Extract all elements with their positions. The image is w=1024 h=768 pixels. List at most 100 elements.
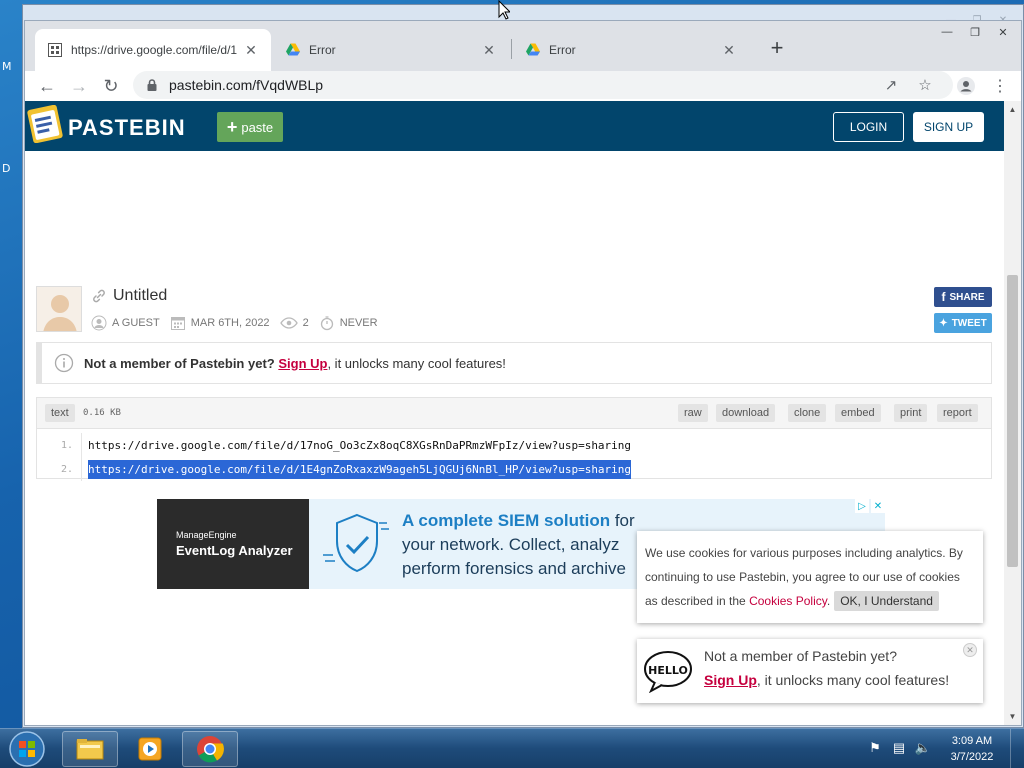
cookies-policy-link[interactable]: Cookies Policy xyxy=(749,594,827,608)
action-center-icon[interactable]: ⚑ xyxy=(866,739,884,757)
info-icon xyxy=(54,353,74,373)
ad-brand-small: ManageEngine xyxy=(176,530,237,540)
login-button[interactable]: LOGIN xyxy=(833,112,904,142)
show-desktop-button[interactable] xyxy=(1010,729,1024,768)
code-box: text 0.16 KB raw download clone embed pr… xyxy=(36,397,992,481)
code-text[interactable]: https://drive.google.com/file/d/17noG_Oo… xyxy=(81,433,631,457)
pastebin-header: PASTEBIN + paste LOGIN SIGN UP xyxy=(25,101,1005,151)
browser-window: https://drive.google.com/file/d/1 ✕ Erro… xyxy=(24,20,1022,726)
clone-button[interactable]: clone xyxy=(788,404,827,422)
pastebin-brand[interactable]: PASTEBIN xyxy=(68,115,186,141)
tab-close-icon[interactable]: ✕ xyxy=(721,42,737,59)
taskbar-chrome[interactable] xyxy=(182,731,238,767)
new-paste-button[interactable]: + paste xyxy=(217,112,283,142)
member-notice: Not a member of Pastebin yet? Sign Up, i… xyxy=(36,342,992,384)
desktop-icon-label[interactable]: D xyxy=(2,162,10,175)
scroll-up-icon[interactable]: ▲ xyxy=(1004,101,1021,118)
selected-code-text[interactable]: https://drive.google.com/file/d/1E4gnZoR… xyxy=(88,459,632,479)
twitter-icon: ✦ xyxy=(939,317,948,329)
download-button[interactable]: download xyxy=(716,404,776,422)
restore-icon[interactable]: ❐ xyxy=(961,23,989,41)
page-scrollbar[interactable]: ▲ ▼ xyxy=(1004,101,1021,725)
author-name[interactable]: A GUEST xyxy=(112,317,160,329)
twitter-share-button[interactable]: ✦ TWEET xyxy=(934,313,992,333)
expire-value: NEVER xyxy=(339,317,378,329)
tab-strip: https://drive.google.com/file/d/1 ✕ Erro… xyxy=(25,21,1021,71)
system-tray: ⚑ ▤ 🔈 xyxy=(866,739,932,757)
google-drive-icon xyxy=(286,43,300,56)
forward-icon[interactable]: → xyxy=(63,71,95,101)
reload-icon[interactable]: ↻ xyxy=(95,71,127,101)
address-text[interactable]: pastebin.com/fVqdWBLp xyxy=(169,77,323,93)
code-line: 1. https://drive.google.com/file/d/17noG… xyxy=(37,433,991,457)
code-lines: 1. https://drive.google.com/file/d/17noG… xyxy=(37,429,991,481)
print-button[interactable]: print xyxy=(894,404,928,422)
minimize-icon[interactable]: — xyxy=(933,23,961,41)
member-toast: HELLO Not a member of Pastebin yet? Sign… xyxy=(637,639,983,703)
tab-label: Error xyxy=(309,43,336,57)
embed-button[interactable]: embed xyxy=(835,404,881,422)
avatar xyxy=(36,286,82,332)
pastebin-logo-icon[interactable] xyxy=(27,105,63,143)
page-icon xyxy=(48,43,62,57)
menu-icon[interactable]: ⋮ xyxy=(985,73,1015,99)
tab-close-icon[interactable]: ✕ xyxy=(481,42,497,59)
line-number: 1. xyxy=(60,439,73,451)
raw-button[interactable]: raw xyxy=(678,404,708,422)
tab-error-1[interactable]: Error ✕ xyxy=(273,29,509,71)
profile-icon[interactable] xyxy=(951,73,981,99)
cookie-accept-button[interactable]: OK, I Understand xyxy=(834,591,939,611)
mouse-cursor-icon xyxy=(498,0,510,20)
lock-icon[interactable] xyxy=(145,78,159,92)
address-bar[interactable]: pastebin.com/fVqdWBLp ↗ ☆ xyxy=(133,71,953,99)
toast-signup-link[interactable]: Sign Up xyxy=(704,672,757,688)
taskbar-clock[interactable]: 3:09 AM 3/7/2022 xyxy=(944,733,1000,765)
adchoices-icon[interactable]: ▷ xyxy=(855,499,869,513)
stopwatch-icon xyxy=(320,316,333,331)
syntax-button[interactable]: text xyxy=(45,404,75,422)
chrome-icon xyxy=(197,736,224,763)
paste-meta: A GUEST MAR 6TH, 2022 2 NEVER xyxy=(91,315,388,331)
toast-question: Not a member of Pastebin yet? xyxy=(704,648,897,664)
signup-button[interactable]: SIGN UP xyxy=(913,112,984,142)
tab-error-2[interactable]: Error ✕ xyxy=(513,29,749,71)
ad-headline: A complete SIEM solution xyxy=(402,511,611,530)
notice-rest: , it unlocks many cool features! xyxy=(327,355,506,371)
facebook-share-label: SHARE xyxy=(949,291,985,303)
start-button-icon[interactable] xyxy=(4,730,50,768)
code-text-cell: https://drive.google.com/file/d/1E4gnZoR… xyxy=(81,457,632,481)
share-icon[interactable]: ↗ xyxy=(879,73,903,97)
media-player-icon xyxy=(138,737,162,761)
clock-time: 3:09 AM xyxy=(951,735,993,747)
scroll-thumb[interactable] xyxy=(1007,275,1018,567)
taskbar-explorer[interactable] xyxy=(62,731,118,767)
report-button[interactable]: report xyxy=(937,404,978,422)
ad-controls: ▷ ✕ xyxy=(855,499,885,513)
network-icon[interactable]: ▤ xyxy=(890,739,908,757)
close-icon[interactable]: ✕ xyxy=(989,23,1017,41)
link-icon xyxy=(93,289,105,303)
calendar-icon xyxy=(170,317,185,330)
bookmark-star-icon[interactable]: ☆ xyxy=(913,73,937,97)
notice-signup-link[interactable]: Sign Up xyxy=(278,356,327,371)
volume-icon[interactable]: 🔈 xyxy=(914,739,932,757)
desktop-icon-label[interactable]: M xyxy=(2,60,12,73)
toast-close-icon[interactable]: ✕ xyxy=(963,643,977,657)
new-tab-button[interactable]: + xyxy=(763,35,791,63)
scroll-down-icon[interactable]: ▼ xyxy=(1004,708,1021,725)
ad-close-icon[interactable]: ✕ xyxy=(871,499,885,513)
back-icon[interactable]: ← xyxy=(31,71,63,101)
window-controls: — ❐ ✕ xyxy=(933,23,1017,41)
ad-line: your network. Collect, analyz xyxy=(402,535,620,554)
code-line: 2. https://drive.google.com/file/d/1E4gn… xyxy=(37,457,991,481)
tab-close-icon[interactable]: ✕ xyxy=(243,42,259,59)
facebook-share-button[interactable]: f SHARE xyxy=(934,287,992,307)
omnibox-actions: ↗ ☆ xyxy=(879,71,937,99)
ad-brand-big: EventLog Analyzer xyxy=(176,543,293,558)
shield-check-icon xyxy=(323,513,389,573)
toast-line: Sign Up, it unlocks many cool features! xyxy=(704,672,949,688)
folder-icon xyxy=(76,739,104,760)
taskbar-media-player[interactable] xyxy=(122,731,178,767)
tab-drive[interactable]: https://drive.google.com/file/d/1 ✕ xyxy=(35,29,271,71)
notice-bold: Not a member of Pastebin yet? xyxy=(84,355,275,371)
